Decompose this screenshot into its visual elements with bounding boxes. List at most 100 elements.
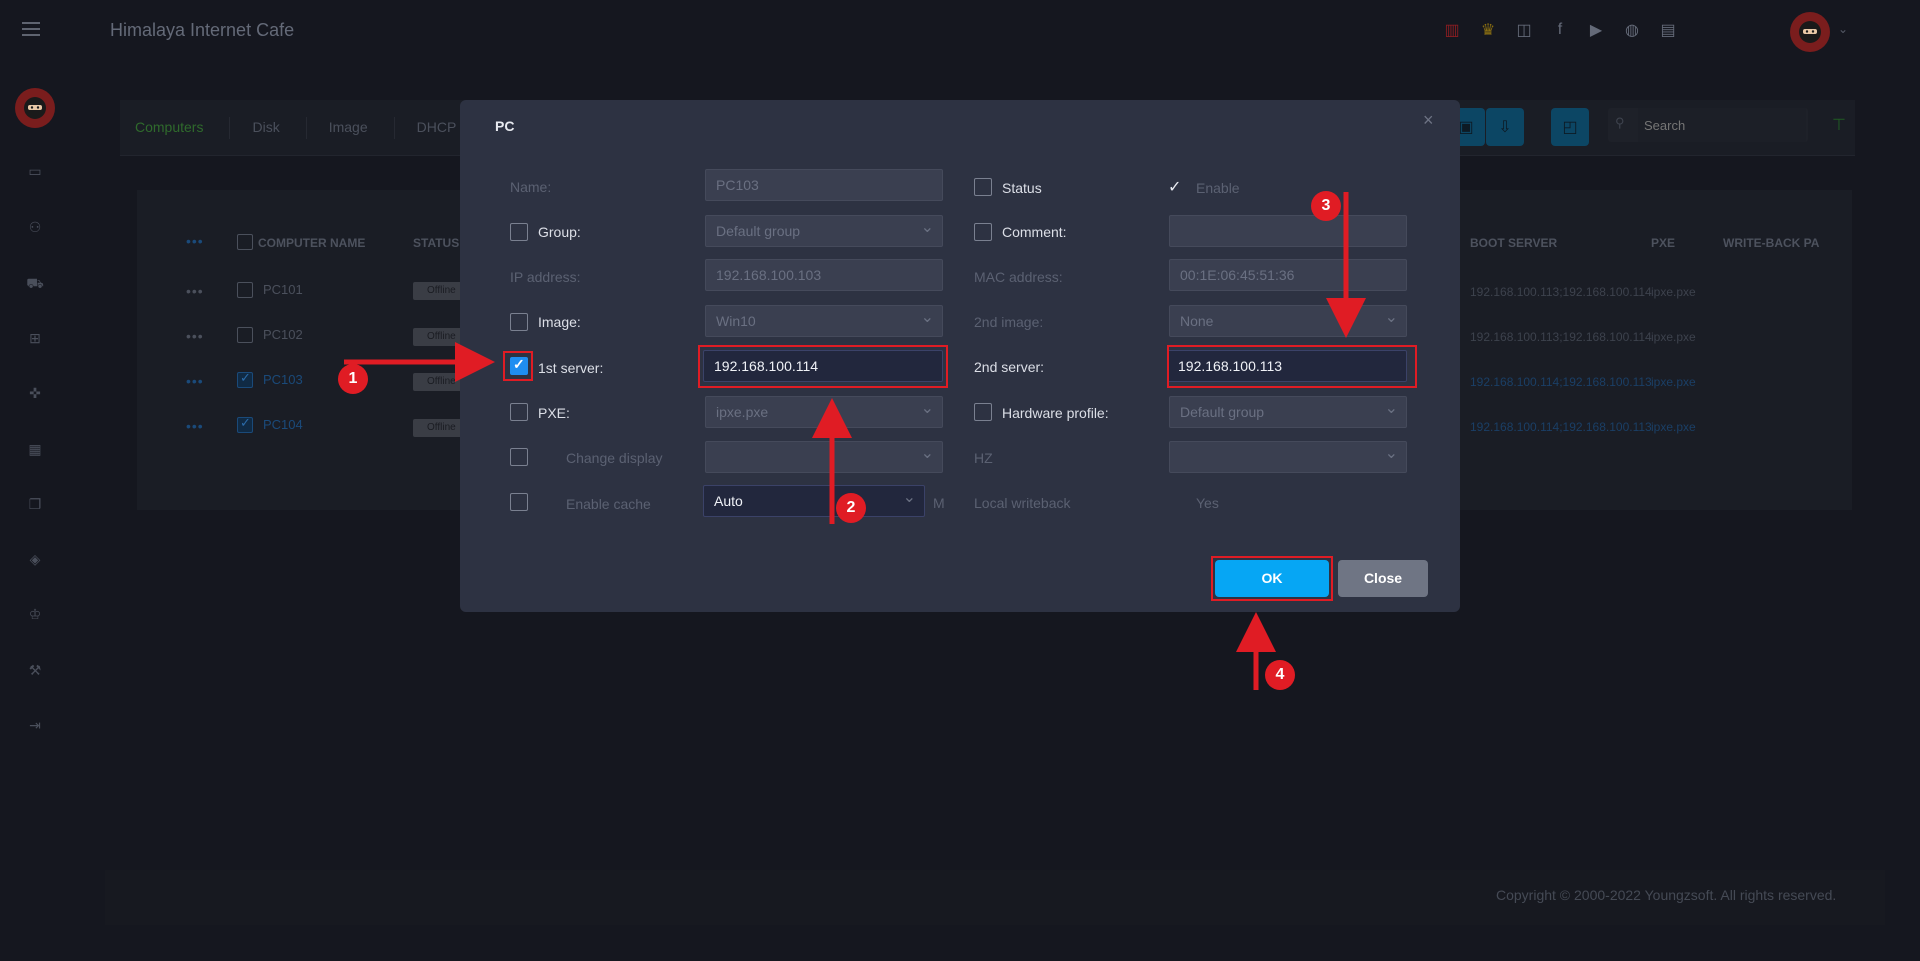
tab-computers[interactable]: Computers xyxy=(135,117,231,139)
change-display-label: Change display xyxy=(566,450,663,466)
screenshot-button[interactable]: ◰ xyxy=(1551,108,1589,146)
sidebar-avatar[interactable] xyxy=(15,88,55,128)
trophy-icon[interactable]: ♛ xyxy=(1476,18,1500,42)
local-writeback-label: Local writeback xyxy=(974,495,1071,511)
header-actions-icon[interactable]: ••• xyxy=(186,233,204,249)
hardware-profile-label: Hardware profile: xyxy=(1002,405,1109,421)
badge-icon[interactable]: ◈ xyxy=(26,550,44,568)
highlight-first-server-input xyxy=(698,345,948,388)
close-icon[interactable]: × xyxy=(1423,110,1434,131)
image-checkbox[interactable] xyxy=(510,313,528,331)
ninja-avatar-icon xyxy=(1799,21,1821,43)
row-boot-server: 192.168.100.114;192.168.100.113 xyxy=(1470,420,1652,434)
select-all-checkbox[interactable] xyxy=(237,234,253,250)
row-checkbox[interactable] xyxy=(237,415,253,433)
highlight-second-server-input xyxy=(1167,345,1417,388)
col-status[interactable]: STATUS xyxy=(413,236,459,250)
copy-icon[interactable]: ❐ xyxy=(26,495,44,513)
book-icon[interactable]: ▤ xyxy=(1656,18,1680,42)
local-writeback-value: Yes xyxy=(1196,495,1219,511)
status-checkbox[interactable] xyxy=(974,178,992,196)
menu-icon[interactable] xyxy=(22,22,40,36)
second-image-label: 2nd image: xyxy=(974,314,1044,330)
group-checkbox[interactable] xyxy=(510,223,528,241)
row-computer-name[interactable]: PC101 xyxy=(263,282,303,297)
hz-select[interactable] xyxy=(1169,439,1407,473)
pxe-checkbox[interactable] xyxy=(510,403,528,421)
row-checkbox[interactable] xyxy=(237,327,253,343)
chart-icon[interactable]: ▥ xyxy=(1440,18,1464,42)
screenshot-icon: ◰ xyxy=(1562,119,1578,136)
change-display-select[interactable] xyxy=(705,439,943,473)
row-boot-server: 192.168.100.113;192.168.100.114 xyxy=(1470,285,1652,299)
second-server-label: 2nd server: xyxy=(974,359,1045,375)
tab-disk[interactable]: Disk xyxy=(252,117,307,139)
change-display-checkbox[interactable] xyxy=(510,448,528,466)
status-badge: Offline xyxy=(413,373,463,391)
row-pxe: ipxe.pxe xyxy=(1651,330,1696,344)
network-icon[interactable]: ⊤ xyxy=(1832,115,1846,135)
col-boot-server[interactable]: BOOT SERVER xyxy=(1470,236,1557,250)
name-field: PC103 xyxy=(705,169,943,201)
comment-checkbox[interactable] xyxy=(974,223,992,241)
row-boot-server: 192.168.100.114;192.168.100.113 xyxy=(1470,375,1652,389)
search-icon: ⚲ xyxy=(1615,115,1625,130)
crown-icon[interactable]: ♔ xyxy=(26,605,44,623)
second-image-select[interactable]: None xyxy=(1169,303,1407,337)
chevron-down-icon[interactable]: ⌄ xyxy=(1838,22,1848,36)
group-select[interactable]: Default group xyxy=(705,213,943,247)
image-select[interactable]: Win10 xyxy=(705,303,943,337)
step-4-badge: 4 xyxy=(1265,660,1295,690)
enable-cache-checkbox[interactable] xyxy=(510,493,528,511)
globe-icon[interactable]: ◍ xyxy=(1620,18,1644,42)
users-icon[interactable]: ⚇ xyxy=(26,218,44,236)
first-server-label: 1st server: xyxy=(538,360,604,376)
download-button[interactable]: ⇩ xyxy=(1486,108,1524,146)
tab-image[interactable]: Image xyxy=(329,117,395,139)
row-checkbox[interactable] xyxy=(237,282,253,298)
row-computer-name[interactable]: PC104 xyxy=(263,417,303,432)
youtube-icon[interactable]: ▶ xyxy=(1584,18,1608,42)
tools-icon[interactable]: ⚒ xyxy=(26,661,44,679)
row-actions-icon[interactable]: ••• xyxy=(186,283,204,299)
col-computer-name[interactable]: COMPUTER NAME xyxy=(258,236,365,250)
col-pxe[interactable]: PXE xyxy=(1651,236,1675,250)
group-label: Group: xyxy=(538,224,581,240)
gamepad-icon[interactable]: ✜ xyxy=(26,384,44,402)
enable-label: Enable xyxy=(1196,180,1240,196)
step-1-badge: 1 xyxy=(338,364,368,394)
windows-icon[interactable]: ⊞ xyxy=(26,329,44,347)
row-actions-icon[interactable]: ••• xyxy=(186,328,204,344)
hardware-profile-checkbox[interactable] xyxy=(974,403,992,421)
hz-label: HZ xyxy=(974,450,993,466)
check-icon: ✓ xyxy=(1168,179,1182,196)
monitor-icon[interactable]: ▭ xyxy=(26,162,44,180)
step-3-badge: 3 xyxy=(1311,191,1341,221)
discord-icon[interactable]: ◫ xyxy=(1512,18,1536,42)
row-computer-name[interactable]: PC102 xyxy=(263,327,303,342)
pxe-select[interactable]: ipxe.pxe xyxy=(705,394,943,428)
cart-icon[interactable]: ⛟ xyxy=(26,274,44,292)
main-tabs: Computers Disk Image DHCP xyxy=(135,117,505,139)
row-actions-icon[interactable]: ••• xyxy=(186,418,204,434)
col-write-back[interactable]: WRITE-BACK PA xyxy=(1723,236,1819,250)
facebook-icon[interactable]: f xyxy=(1548,18,1572,42)
row-checkbox[interactable] xyxy=(237,370,253,388)
name-label: Name: xyxy=(510,179,552,195)
pxe-label: PXE: xyxy=(538,405,570,421)
search-input[interactable] xyxy=(1638,108,1806,142)
user-avatar[interactable] xyxy=(1790,12,1830,52)
row-computer-name[interactable]: PC103 xyxy=(263,372,303,387)
enable-cache-select[interactable]: Auto xyxy=(703,483,925,517)
comment-field[interactable] xyxy=(1169,215,1407,247)
cache-unit-label: M xyxy=(933,495,945,511)
row-actions-icon[interactable]: ••• xyxy=(186,373,204,389)
mac-field: 00:1E:06:45:51:36 xyxy=(1169,259,1407,291)
highlight-first-server-checkbox xyxy=(503,351,533,381)
hardware-profile-select[interactable]: Default group xyxy=(1169,394,1407,428)
close-button[interactable]: Close xyxy=(1338,560,1428,597)
top-bar: Himalaya Internet Cafe ▥ ♛ ◫ f ▶ ◍ ▤ ⌄ xyxy=(0,0,1920,62)
calendar-icon[interactable]: ▦ xyxy=(26,440,44,458)
copyright-text: Copyright © 2000-2022 Youngzsoft. All ri… xyxy=(1496,887,1837,903)
logout-icon[interactable]: ⇥ xyxy=(26,716,44,734)
